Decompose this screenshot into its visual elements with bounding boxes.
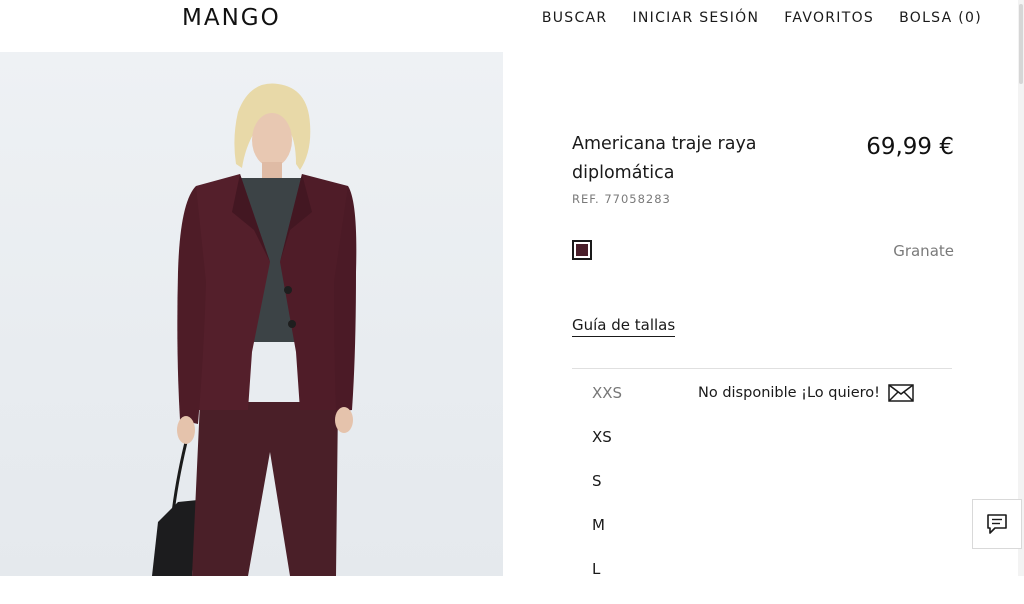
- size-option-s[interactable]: S: [592, 472, 932, 516]
- chat-icon: [987, 514, 1007, 534]
- nav-login[interactable]: INICIAR SESIÓN: [632, 10, 759, 26]
- size-label: M: [592, 516, 605, 534]
- swatch-color-fill: [576, 244, 588, 256]
- size-guide-link[interactable]: Guía de tallas: [572, 316, 676, 337]
- product-image[interactable]: [0, 52, 503, 576]
- product-photo-illustration: [152, 83, 357, 576]
- size-option-xxs[interactable]: XXS No disponible ¡Lo quiero!: [592, 384, 932, 428]
- size-option-xs[interactable]: XS: [592, 428, 932, 472]
- product-title: Americana traje raya diplomática: [572, 134, 757, 183]
- notify-text: No disponible ¡Lo quiero!: [698, 385, 880, 401]
- product-ref: REF. 77058283: [572, 192, 671, 206]
- color-name: Granate: [893, 242, 954, 260]
- nav-favorites[interactable]: FAVORITOS: [784, 10, 874, 26]
- size-option-l[interactable]: L: [592, 560, 932, 604]
- nav-search[interactable]: BUSCAR: [542, 10, 608, 26]
- envelope-icon: [888, 384, 914, 402]
- color-swatch-granate[interactable]: [572, 240, 592, 260]
- nav-bag[interactable]: BOLSA (0): [899, 10, 982, 26]
- divider: [572, 368, 952, 369]
- chat-button[interactable]: [972, 499, 1022, 549]
- size-label: XXS: [592, 384, 623, 402]
- scrollbar-thumb[interactable]: [1019, 4, 1023, 84]
- notify-me-button[interactable]: No disponible ¡Lo quiero!: [698, 384, 914, 402]
- brand-logo[interactable]: MANGO: [182, 5, 281, 31]
- page-scrollbar[interactable]: [1018, 0, 1024, 576]
- size-label: L: [592, 560, 601, 578]
- site-header: MANGO BUSCAR INICIAR SESIÓN FAVORITOS BO…: [0, 0, 1024, 52]
- size-option-m[interactable]: M: [592, 516, 932, 560]
- product-price: 69,99 €: [866, 134, 954, 160]
- top-nav: BUSCAR INICIAR SESIÓN FAVORITOS BOLSA (0…: [542, 10, 982, 26]
- size-list: XXS No disponible ¡Lo quiero! XS S M L: [592, 384, 932, 604]
- size-label: XS: [592, 428, 612, 446]
- size-label: S: [592, 472, 602, 490]
